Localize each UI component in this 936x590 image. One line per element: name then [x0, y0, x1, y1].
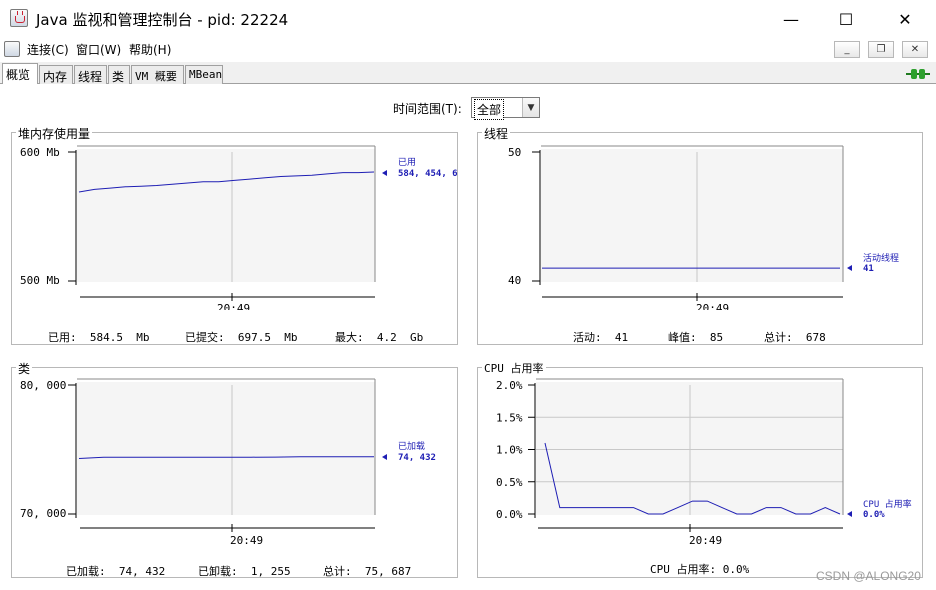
cpu-x-tick: 20:49	[689, 534, 722, 546]
watermark: CSDN @ALONG20	[816, 569, 921, 583]
time-range-label: 时间范围(T):	[393, 102, 462, 116]
heap-stat-used: 已用: 584.5 Mb	[48, 331, 150, 344]
classes-y-max: 80, 000	[20, 379, 66, 392]
maximize-button[interactable]: ☐	[823, 0, 869, 38]
minimize-button[interactable]: —	[768, 0, 814, 38]
menu-window[interactable]: 窗口(W)	[76, 41, 121, 58]
classes-stat-loaded: 已加载: 74, 432	[66, 565, 166, 578]
java-app-icon	[10, 9, 28, 27]
menu-help[interactable]: 帮助(H)	[129, 41, 171, 58]
menu-bar: 连接(C) 窗口(W) 帮助(H) _ ❐ ✕	[0, 38, 936, 60]
heap-legend-name: 已用	[398, 157, 416, 168]
menu-connection[interactable]: 连接(C)	[27, 41, 69, 58]
heap-stat-committed: 已提交: 697.5 Mb	[185, 331, 298, 344]
threads-y-max: 50	[508, 146, 521, 159]
classes-y-min: 70, 000	[20, 507, 66, 520]
heap-y-max: 600 Mb	[20, 146, 60, 159]
java-window-icon[interactable]	[4, 41, 20, 57]
tab-mbean[interactable]: MBean	[185, 65, 223, 84]
cpu-chart: 2.0% 1.5% 1.0% 0.5% 0.0% 20:49 CPU 占用率 0.0%	[496, 378, 912, 546]
time-range-value: 全部	[474, 99, 505, 120]
threads-legend-value: 41	[863, 264, 874, 274]
threads-x-tick: 20:49	[696, 302, 729, 310]
heap-x-tick: 20:49	[217, 302, 250, 310]
tab-bar: 概览 内存 线程 类 VM 概要 MBean	[0, 62, 936, 85]
tab-vm-summary[interactable]: VM 概要	[131, 65, 184, 84]
classes-x-tick: 20:49	[230, 534, 263, 546]
tab-threads[interactable]: 线程	[74, 65, 107, 84]
classes-stat-total: 总计: 75, 687	[323, 565, 412, 578]
cpu-y-tick-label: 1.5%	[496, 411, 523, 424]
threads-stat-live: 活动: 41	[573, 331, 629, 344]
threads-stat-total: 总计: 678	[764, 331, 826, 344]
cpu-y-tick-label: 0.5%	[496, 476, 523, 489]
cpu-y-tick-label: 0.0%	[496, 508, 523, 521]
chevron-down-icon[interactable]: ▼	[522, 98, 539, 117]
heap-chart: 600 Mb 500 Mb 20:49 已用 584, 454, 688	[20, 144, 458, 310]
connection-status-icon	[906, 69, 930, 79]
heap-legend-value: 584, 454, 688	[398, 169, 458, 179]
internal-restore-button[interactable]: ❐	[868, 41, 894, 58]
threads-legend-name: 活动线程	[863, 252, 899, 264]
classes-chart: 80, 000 70, 000 20:49 已加载 74, 432	[20, 378, 436, 546]
tab-classes[interactable]: 类	[108, 65, 130, 84]
classes-legend-value: 74, 432	[398, 453, 436, 463]
cpu-legend-name: CPU 占用率	[863, 498, 912, 510]
threads-stat-peak: 峰值: 85	[668, 331, 724, 344]
time-range-select[interactable]: 全部 ▼	[471, 97, 540, 120]
internal-close-button[interactable]: ✕	[902, 41, 928, 58]
threads-chart: 50 40 20:49 活动线程 41	[508, 145, 899, 310]
cpu-y-tick-label: 2.0%	[496, 379, 523, 392]
tab-overview[interactable]: 概览	[2, 63, 38, 85]
cpu-stat-usage: CPU 占用率: 0.0%	[650, 563, 750, 576]
internal-minimize-button[interactable]: _	[834, 41, 860, 58]
title-bar: Java 监视和管理控制台 - pid: 22224 — ☐ ✕	[0, 0, 936, 38]
window-title: Java 监视和管理控制台 - pid: 22224	[36, 11, 289, 29]
close-button[interactable]: ✕	[882, 0, 928, 38]
heap-stat-max: 最大: 4.2 Gb	[335, 331, 424, 344]
classes-legend-name: 已加载	[398, 440, 425, 452]
heap-y-min: 500 Mb	[20, 274, 60, 287]
tab-memory[interactable]: 内存	[39, 65, 73, 84]
cpu-y-tick-label: 1.0%	[496, 444, 523, 457]
classes-stat-unloaded: 已卸载: 1, 255	[198, 565, 291, 578]
cpu-legend-value: 0.0%	[863, 510, 885, 520]
threads-y-min: 40	[508, 274, 521, 287]
